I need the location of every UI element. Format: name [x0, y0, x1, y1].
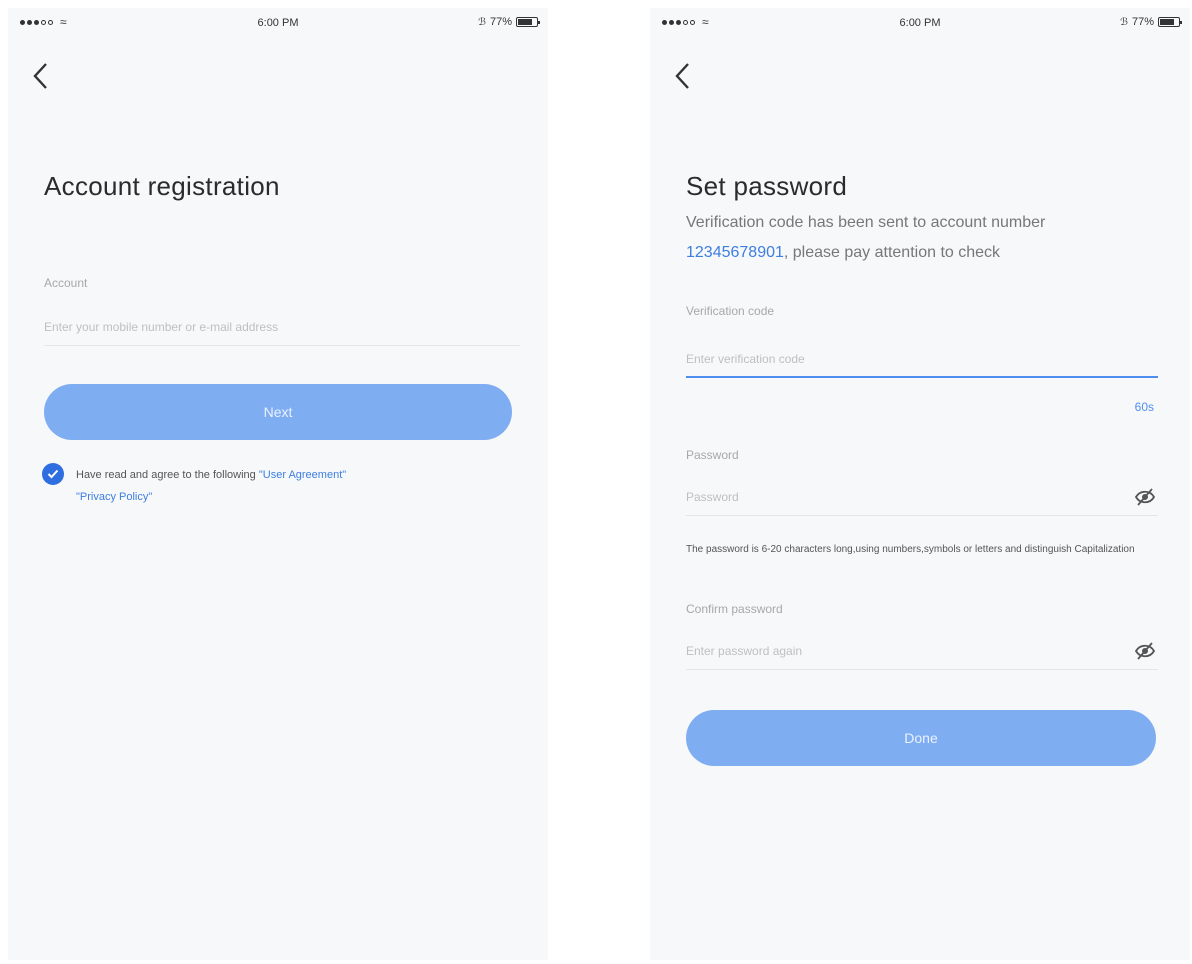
battery-percent: 77% [1131, 16, 1154, 28]
agree-checkbox[interactable] [42, 463, 64, 485]
password-input[interactable]: Password [686, 478, 1158, 516]
account-input[interactable]: Enter your mobile number or e-mail addre… [44, 308, 520, 346]
battery-percent: 77% [489, 16, 512, 28]
agreement-prefix: Have read and agree to the following [76, 469, 256, 481]
agreement-text: Have read and agree to the following "Us… [76, 464, 346, 508]
password-placeholder: Password [686, 490, 739, 504]
account-label: Account [44, 276, 88, 290]
confirm-placeholder: Enter password again [686, 644, 803, 658]
code-placeholder: Enter verification code [686, 352, 805, 366]
code-label: Verification code [686, 304, 775, 318]
registration-screen: ≈ 6:00 PM ℬ 77% Account registration Acc… [8, 8, 548, 960]
confirm-password-input[interactable]: Enter password again [686, 632, 1158, 670]
bluetooth-icon: ℬ [1120, 16, 1128, 28]
page-title: Account registration [44, 171, 280, 201]
battery-icon [516, 17, 540, 27]
eye-off-icon[interactable] [1134, 487, 1156, 507]
status-bar: ≈ 6:00 PM ℬ 77% [650, 8, 1190, 40]
account-number: 12345678901 [686, 244, 784, 261]
check-icon [47, 469, 59, 479]
status-time: 6:00 PM [257, 17, 299, 29]
status-bar: ≈ 6:00 PM ℬ 77% [8, 8, 548, 40]
account-placeholder: Enter your mobile number or e-mail addre… [44, 320, 279, 334]
battery-icon [1158, 17, 1182, 27]
resend-timer[interactable]: 60s [1135, 400, 1154, 414]
code-input[interactable]: Enter verification code [686, 340, 1158, 378]
eye-off-icon[interactable] [1134, 641, 1156, 661]
back-arrow-icon[interactable] [674, 58, 702, 94]
confirm-label: Confirm password [686, 602, 783, 616]
agreement-row: Have read and agree to the following "Us… [42, 463, 482, 508]
next-button[interactable]: Next [44, 384, 512, 440]
subtitle-suffix: , please pay attention to check [783, 244, 1001, 261]
user-agreement-link[interactable]: "User Agreement" [259, 469, 346, 481]
back-arrow-icon[interactable] [32, 58, 60, 94]
done-button[interactable]: Done [686, 710, 1156, 766]
subtitle-prefix: Verification code has been sent to accou… [686, 214, 1046, 231]
status-time: 6:00 PM [899, 17, 941, 29]
password-label: Password [686, 448, 739, 462]
page-title: Set password [686, 171, 848, 201]
privacy-policy-link[interactable]: "Privacy Policy" [76, 491, 152, 503]
password-hint: The password is 6-20 characters long,usi… [686, 544, 1135, 555]
bluetooth-icon: ℬ [478, 16, 486, 28]
verification-message: Verification code has been sent to accou… [686, 208, 1166, 268]
set-password-screen: ≈ 6:00 PM ℬ 77% Set password Verificatio… [650, 8, 1190, 960]
